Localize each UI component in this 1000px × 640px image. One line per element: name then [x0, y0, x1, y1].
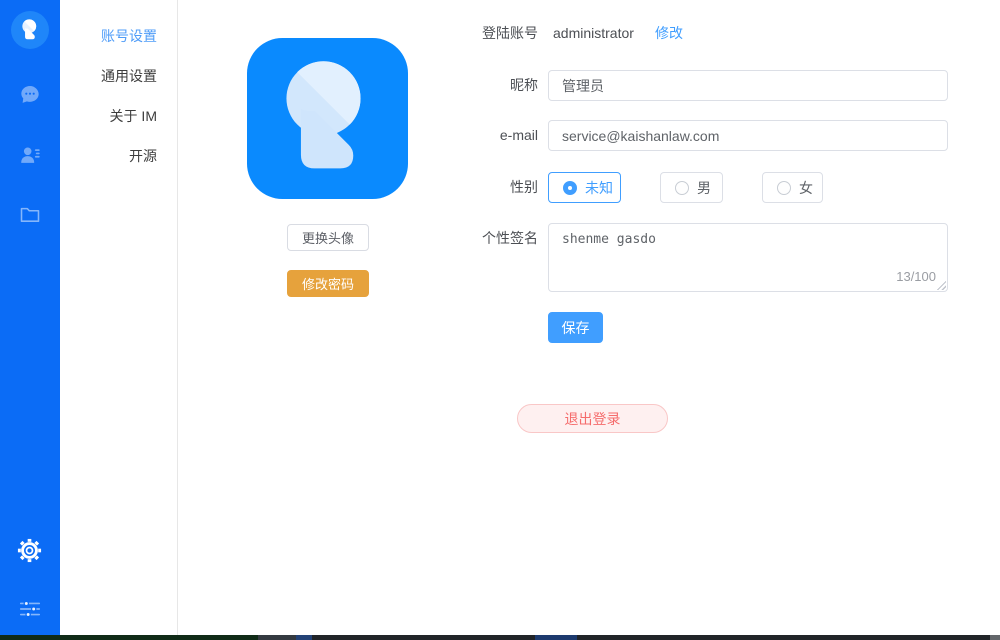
taskbar-segment	[535, 635, 577, 640]
gender-option-male[interactable]: 男	[660, 172, 723, 203]
signature-textarea[interactable]: shenme gasdo	[548, 223, 948, 292]
filters-icon[interactable]	[18, 597, 42, 621]
chat-icon[interactable]	[18, 83, 42, 107]
change-avatar-button[interactable]: 更换头像	[287, 224, 369, 251]
change-password-button[interactable]: 修改密码	[287, 270, 369, 297]
menu-item-about-im[interactable]: 关于 IM	[60, 96, 177, 136]
radio-unchecked-icon	[675, 180, 689, 195]
user-avatar[interactable]	[11, 11, 49, 49]
gender-option-female[interactable]: 女	[762, 172, 823, 203]
email-input[interactable]	[548, 120, 948, 151]
profile-avatar-image	[247, 38, 408, 199]
settings-menu: 账号设置 通用设置 关于 IM 开源	[60, 0, 178, 635]
gender-option-label: 男	[697, 179, 711, 196]
gender-option-unknown[interactable]: 未知	[548, 172, 621, 203]
settings-gear-icon[interactable]	[16, 537, 43, 564]
taskbar-edge	[0, 635, 1000, 640]
contacts-icon[interactable]	[18, 143, 42, 167]
taskbar-segment	[296, 635, 312, 640]
modify-account-link[interactable]: 修改	[655, 24, 683, 42]
menu-item-account-settings[interactable]: 账号设置	[60, 16, 177, 56]
logout-button[interactable]: 退出登录	[517, 404, 668, 433]
radio-unchecked-icon	[777, 180, 791, 195]
app-logo-icon	[22, 19, 37, 40]
taskbar-segment	[990, 635, 1000, 640]
app-rail	[0, 0, 60, 640]
nickname-label: 昵称	[510, 77, 538, 93]
email-label: e-mail	[499, 127, 538, 143]
menu-item-open-source[interactable]: 开源	[60, 136, 177, 176]
resize-handle[interactable]	[937, 281, 946, 290]
gender-option-label: 未知	[585, 179, 613, 196]
taskbar-segment	[0, 635, 258, 640]
signature-label: 个性签名	[482, 230, 538, 246]
save-button[interactable]: 保存	[548, 312, 603, 343]
signature-field-wrap: shenme gasdo 13/100	[548, 223, 948, 292]
menu-item-general-settings[interactable]: 通用设置	[60, 56, 177, 96]
login-account-label: 登陆账号	[482, 25, 538, 41]
gender-option-label: 女	[799, 179, 813, 196]
nickname-input[interactable]	[548, 70, 948, 101]
radio-checked-icon	[563, 180, 577, 195]
folder-icon[interactable]	[18, 202, 42, 226]
login-account-value: administrator	[553, 25, 634, 41]
gender-label: 性别	[510, 179, 538, 195]
taskbar-segment	[258, 635, 296, 640]
